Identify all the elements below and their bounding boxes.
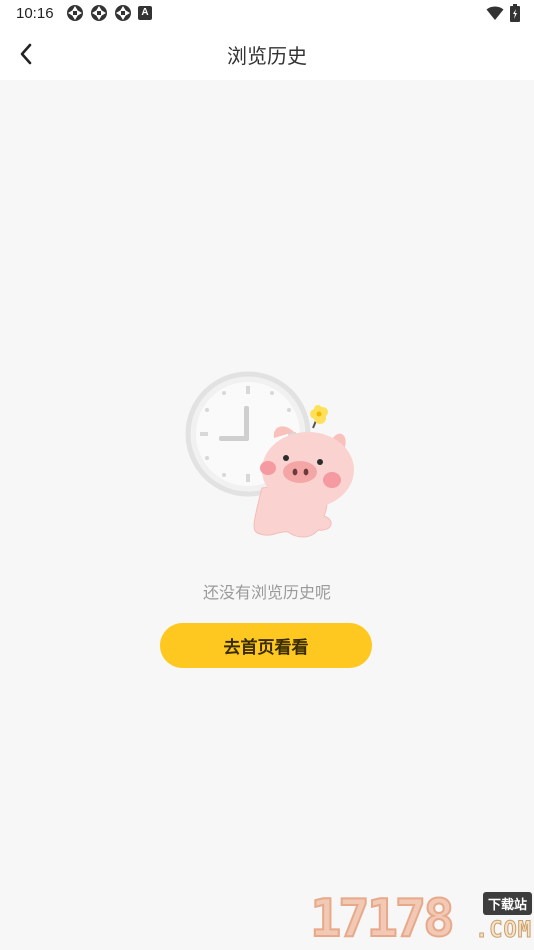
watermark-number: 17178 bbox=[309, 889, 456, 949]
aperture-icon bbox=[115, 5, 131, 21]
aperture-icon bbox=[67, 5, 83, 21]
watermark-logo: 17178 下载站 .COM bbox=[309, 888, 534, 950]
watermark-domain: .COM bbox=[475, 918, 532, 944]
aperture-icon bbox=[91, 5, 107, 21]
a-badge-icon: A bbox=[138, 6, 152, 20]
empty-state-message: 还没有浏览历史呢 bbox=[202, 583, 331, 602]
go-to-home-button[interactable]: 去首页看看 bbox=[160, 623, 372, 668]
status-time: 10:16 bbox=[16, 5, 54, 22]
wifi-icon bbox=[486, 6, 504, 20]
status-bar: 10:16 A bbox=[0, 0, 534, 28]
watermark-tag: 下载站 bbox=[482, 892, 532, 915]
status-system-icons bbox=[486, 4, 520, 22]
battery-icon bbox=[510, 4, 520, 22]
status-notification-icons: A bbox=[66, 4, 152, 22]
page-title: 浏览历史 bbox=[227, 44, 307, 68]
clock-and-pig-icon bbox=[185, 371, 354, 538]
app-header: 浏览历史 bbox=[0, 28, 534, 80]
